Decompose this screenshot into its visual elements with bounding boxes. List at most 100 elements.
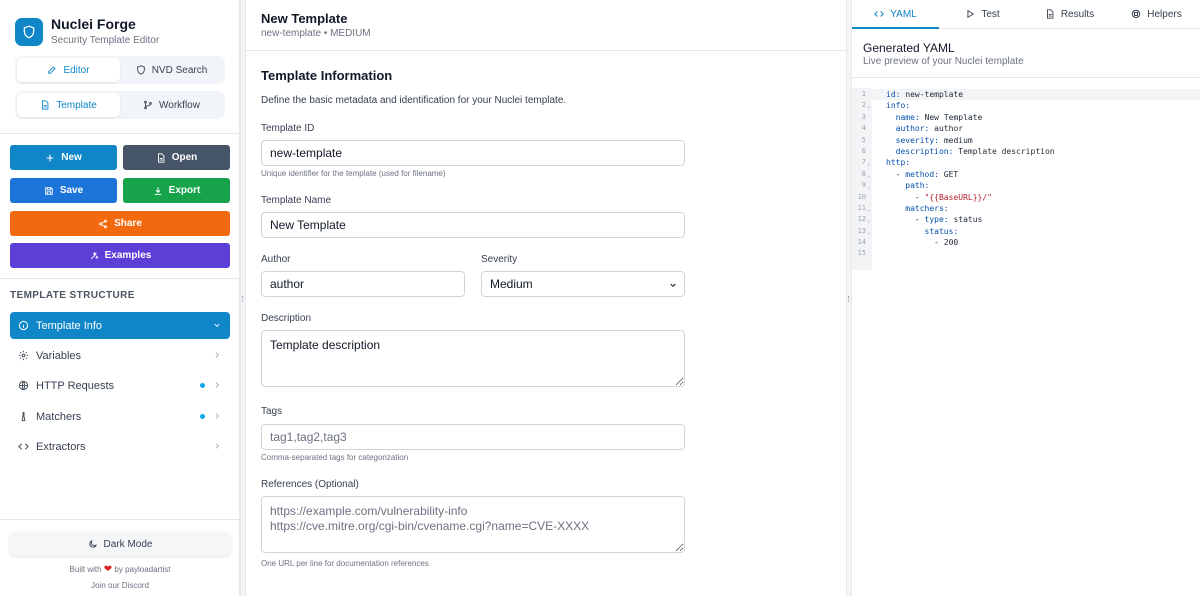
- plus-icon: [46, 154, 54, 161]
- line-number: 1: [861, 90, 866, 98]
- code-line: 9 ⌄ path:: [852, 180, 1200, 191]
- save-button[interactable]: Save: [10, 178, 117, 203]
- code-line: 4 author: author: [852, 123, 1200, 134]
- tab-editor[interactable]: Editor: [17, 58, 120, 82]
- tab-workflow[interactable]: Workflow: [120, 93, 223, 117]
- code-text: path:: [905, 181, 930, 191]
- built-with: Built with ❤ by payloadartist: [0, 564, 240, 575]
- tags-input[interactable]: [261, 424, 685, 450]
- structure-item-template-info[interactable]: Template Info: [10, 312, 230, 339]
- grip-icon: [242, 296, 244, 302]
- chevron-down-icon: [670, 283, 676, 288]
- sidebar: Nuclei Forge Security Template Editor Ed…: [0, 0, 240, 596]
- code-text: author: author: [895, 124, 964, 134]
- divider: [852, 77, 1200, 78]
- tab-nvd-search-label: NVD Search: [151, 64, 208, 76]
- tab-nvd-search[interactable]: NVD Search: [120, 58, 223, 82]
- heart-icon: ❤: [103, 564, 113, 575]
- severity-label: Severity: [481, 254, 518, 265]
- built-suffix: by payloadartist: [114, 565, 171, 574]
- divider: [0, 133, 240, 134]
- code-text: info:: [886, 101, 911, 111]
- line-number: 5: [861, 135, 866, 144]
- description-textarea[interactable]: Template description: [261, 330, 685, 387]
- moon-icon: [88, 540, 97, 548]
- structure-item-label: HTTP Requests: [36, 379, 115, 392]
- export-button[interactable]: Export: [123, 178, 230, 203]
- tab-yaml-label: YAML: [890, 8, 917, 20]
- page-subtitle: new-template • MEDIUM: [261, 28, 371, 39]
- main-panel: New Template new-template • MEDIUM Templ…: [246, 0, 846, 596]
- template-id-input[interactable]: [261, 140, 685, 166]
- yaml-subtitle: Live preview of your Nuclei template: [863, 56, 1024, 67]
- tab-helpers-label: Helpers: [1147, 8, 1182, 20]
- tab-yaml[interactable]: YAML: [852, 0, 939, 29]
- tab-results[interactable]: Results: [1026, 0, 1113, 28]
- flask-icon: [21, 411, 26, 422]
- save-icon: [45, 186, 53, 195]
- share-icon: [99, 219, 108, 228]
- template-name-input[interactable]: [261, 212, 685, 238]
- code-text: - type: status: [886, 215, 983, 225]
- references-help: One URL per line for documentation refer…: [261, 559, 429, 568]
- info-icon: [18, 320, 29, 331]
- structure-item-extractors[interactable]: Extractors: [10, 433, 230, 460]
- code-line: 14 - 200: [852, 237, 1200, 248]
- line-number: 9: [861, 181, 866, 190]
- examples-button[interactable]: Examples: [10, 243, 230, 268]
- severity-value: Medium: [490, 277, 533, 291]
- line-number: 8: [861, 169, 866, 178]
- code-icon: [18, 443, 29, 450]
- form-description: Define the basic metadata and identifica…: [261, 95, 567, 106]
- code-text: name: New Template: [895, 112, 983, 122]
- template-name-label: Template Name: [261, 195, 332, 206]
- structure-item-http-requests[interactable]: HTTP Requests: [10, 372, 230, 399]
- structure-item-matchers[interactable]: Matchers: [10, 403, 230, 430]
- tab-test[interactable]: Test: [939, 0, 1026, 28]
- line-number: 13: [857, 226, 866, 235]
- structure-item-label: Variables: [36, 349, 82, 362]
- structure-heading: TEMPLATE STRUCTURE: [10, 290, 135, 301]
- line-number: 12: [857, 215, 866, 224]
- divider: [0, 519, 240, 520]
- shield-icon: [15, 17, 43, 46]
- code-line: 5 severity: medium: [852, 135, 1200, 146]
- code-line: 8 ⌄ - method: GET: [852, 169, 1200, 180]
- chevron-down-icon: [214, 323, 220, 327]
- form-title: Template Information: [261, 68, 393, 83]
- references-textarea[interactable]: [261, 496, 685, 553]
- discord-link[interactable]: Join our Discord: [0, 581, 240, 590]
- divider: [0, 278, 240, 279]
- new-button[interactable]: New: [10, 145, 117, 170]
- code-text: - 200: [886, 238, 959, 248]
- tab-template-label: Template: [56, 99, 97, 111]
- brand: Nuclei Forge Security Template Editor: [15, 16, 159, 47]
- app-title: Nuclei Forge: [51, 16, 136, 32]
- preview-tabs: YAML Test Results Helpers: [852, 0, 1200, 29]
- line-number: 14: [857, 238, 866, 247]
- yaml-code-editor[interactable]: 1 id: new-template 2 ⌄ info: 3 name: New Temp…: [852, 89, 1200, 260]
- code-text: description: Template description: [895, 146, 1055, 156]
- structure-item-label: Template Info: [36, 319, 103, 332]
- references-label: References (Optional): [261, 479, 359, 490]
- share-button[interactable]: Share: [10, 211, 230, 236]
- tab-template[interactable]: Template: [17, 93, 120, 117]
- tab-editor-label: Editor: [63, 64, 90, 76]
- code-text: - "{{BaseURL}}/": [886, 192, 992, 202]
- dark-mode-button[interactable]: Dark Mode: [10, 532, 230, 556]
- view-switch: Template Workflow: [15, 91, 225, 119]
- open-button[interactable]: Open: [123, 145, 230, 170]
- code-line: 7 ⌄ http:: [852, 157, 1200, 168]
- code-line: 10 - "{{BaseURL}}/": [852, 192, 1200, 203]
- globe-icon: [18, 380, 29, 391]
- severity-select[interactable]: Medium: [481, 271, 685, 297]
- structure-item-variables[interactable]: Variables: [10, 342, 230, 369]
- document-icon: [1046, 9, 1054, 19]
- line-number: 2: [861, 101, 866, 110]
- chevron-right-icon: [215, 352, 219, 358]
- code-text: matchers:: [905, 203, 949, 213]
- tab-helpers[interactable]: Helpers: [1113, 0, 1200, 28]
- author-input[interactable]: [261, 271, 465, 297]
- sparkles-icon: [90, 251, 99, 259]
- template-id-label: Template ID: [261, 123, 315, 134]
